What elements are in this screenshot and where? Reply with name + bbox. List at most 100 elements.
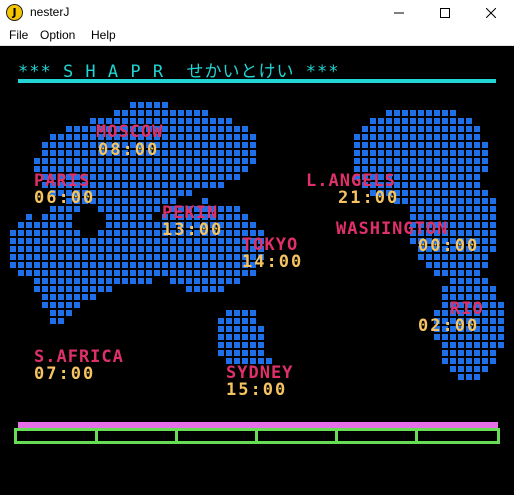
map-pixel xyxy=(202,118,208,124)
map-pixel xyxy=(482,278,488,284)
map-pixel xyxy=(130,166,136,172)
map-pixel xyxy=(490,214,496,220)
map-pixel xyxy=(490,294,496,300)
close-button[interactable] xyxy=(468,0,514,25)
map-pixel xyxy=(490,342,496,348)
map-pixel xyxy=(194,142,200,148)
map-pixel xyxy=(442,126,448,132)
map-pixel xyxy=(234,134,240,140)
emulator-screen[interactable]: *** S H A P R せかいとけい *** MOSCOW 08:00 PA… xyxy=(0,46,514,495)
map-pixel xyxy=(154,190,160,196)
menu-file[interactable]: File xyxy=(9,28,28,42)
map-pixel xyxy=(450,182,456,188)
map-pixel xyxy=(442,174,448,180)
map-pixel xyxy=(450,174,456,180)
minimize-icon xyxy=(394,12,404,13)
map-pixel xyxy=(386,134,392,140)
map-pixel xyxy=(474,166,480,172)
map-pixel xyxy=(90,246,96,252)
map-pixel xyxy=(482,246,488,252)
map-pixel xyxy=(466,142,472,148)
map-pixel xyxy=(106,214,112,220)
map-pixel xyxy=(98,182,104,188)
map-pixel xyxy=(50,158,56,164)
map-pixel xyxy=(258,326,264,332)
city-time-los-angeles: 21:00 xyxy=(338,188,400,208)
map-pixel xyxy=(402,134,408,140)
map-pixel xyxy=(234,270,240,276)
map-pixel xyxy=(122,230,128,236)
status-bar-frame xyxy=(14,428,500,444)
map-pixel xyxy=(402,158,408,164)
map-pixel xyxy=(226,166,232,172)
map-pixel xyxy=(210,166,216,172)
map-pixel xyxy=(178,158,184,164)
map-pixel xyxy=(402,110,408,116)
map-pixel xyxy=(154,246,160,252)
map-pixel xyxy=(442,134,448,140)
map-pixel xyxy=(466,270,472,276)
map-pixel xyxy=(218,206,224,212)
map-pixel xyxy=(402,142,408,148)
map-pixel xyxy=(226,326,232,332)
map-pixel xyxy=(170,110,176,116)
map-pixel xyxy=(474,358,480,364)
map-pixel xyxy=(434,182,440,188)
menu-option[interactable]: Option xyxy=(40,28,75,42)
map-pixel xyxy=(82,150,88,156)
map-pixel xyxy=(74,134,80,140)
maximize-button[interactable] xyxy=(422,0,468,25)
map-pixel xyxy=(234,158,240,164)
map-pixel xyxy=(122,222,128,228)
map-pixel xyxy=(106,278,112,284)
map-pixel xyxy=(226,134,232,140)
map-pixel xyxy=(442,198,448,204)
map-pixel xyxy=(74,278,80,284)
map-pixel xyxy=(18,254,24,260)
map-pixel xyxy=(194,262,200,268)
map-pixel xyxy=(458,214,464,220)
map-pixel xyxy=(58,278,64,284)
map-pixel xyxy=(370,126,376,132)
map-pixel xyxy=(202,110,208,116)
map-pixel xyxy=(474,134,480,140)
map-pixel xyxy=(34,262,40,268)
map-pixel xyxy=(170,254,176,260)
map-pixel xyxy=(370,134,376,140)
map-pixel xyxy=(362,126,368,132)
map-pixel xyxy=(474,206,480,212)
map-pixel xyxy=(106,286,112,292)
map-pixel xyxy=(114,278,120,284)
map-pixel xyxy=(138,110,144,116)
map-pixel xyxy=(194,134,200,140)
map-pixel xyxy=(210,262,216,268)
map-pixel xyxy=(82,262,88,268)
map-pixel xyxy=(130,102,136,108)
map-pixel xyxy=(434,174,440,180)
map-pixel xyxy=(58,262,64,268)
map-pixel xyxy=(362,158,368,164)
menu-bar: File Option Help xyxy=(0,25,514,46)
map-pixel xyxy=(34,158,40,164)
map-pixel xyxy=(482,366,488,372)
map-pixel xyxy=(354,134,360,140)
map-pixel xyxy=(450,214,456,220)
map-pixel xyxy=(194,126,200,132)
map-pixel xyxy=(74,158,80,164)
map-pixel xyxy=(458,278,464,284)
map-pixel xyxy=(42,150,48,156)
map-pixel xyxy=(194,278,200,284)
map-pixel xyxy=(162,102,168,108)
map-pixel xyxy=(154,230,160,236)
menu-help[interactable]: Help xyxy=(91,28,116,42)
map-pixel xyxy=(474,278,480,284)
minimize-button[interactable] xyxy=(376,0,422,25)
map-pixel xyxy=(58,230,64,236)
map-pixel xyxy=(426,150,432,156)
map-pixel xyxy=(146,206,152,212)
map-pixel xyxy=(426,158,432,164)
map-pixel xyxy=(122,254,128,260)
map-pixel xyxy=(458,190,464,196)
map-pixel xyxy=(218,278,224,284)
nesterj-app-icon[interactable]: J xyxy=(6,4,23,21)
